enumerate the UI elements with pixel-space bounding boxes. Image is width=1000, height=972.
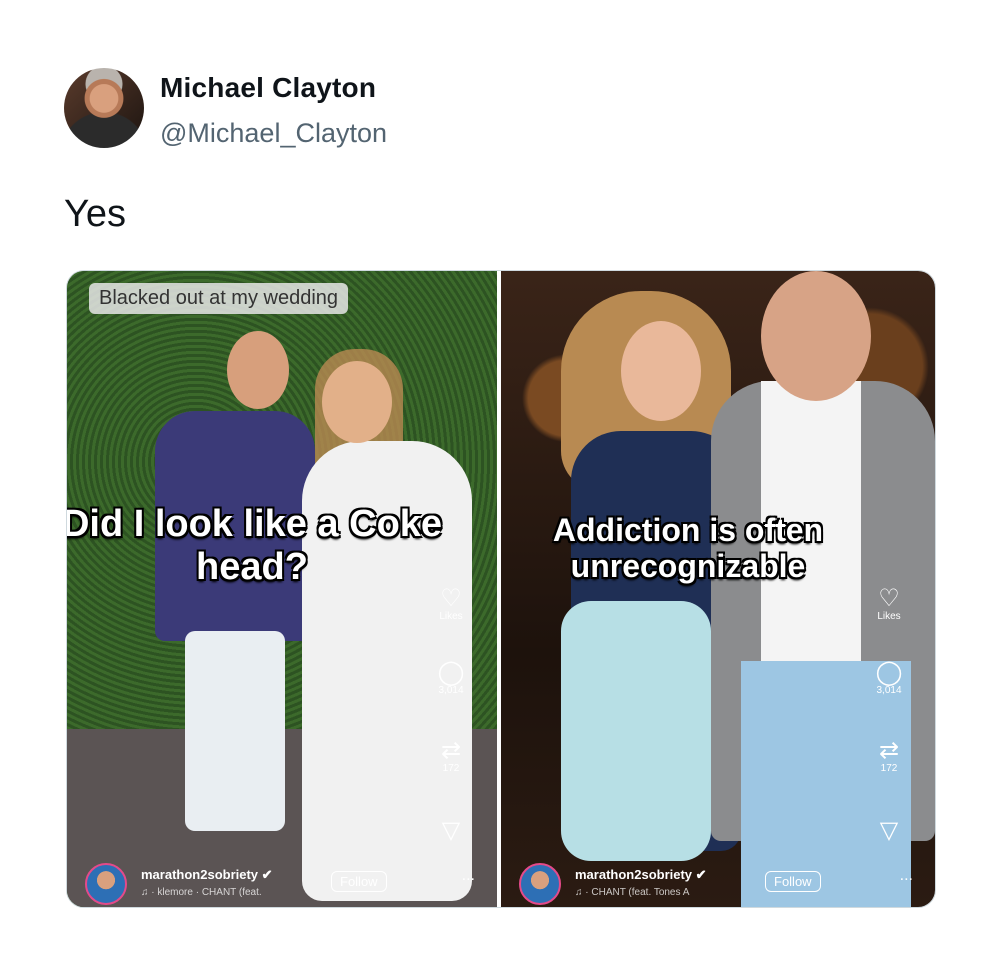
send-icon: ▽ [441,817,461,844]
more-icon[interactable]: ... [900,867,913,885]
tweet-text: Yes [64,193,126,235]
poster-avatar[interactable] [519,863,561,905]
author-avatar[interactable] [64,68,144,148]
comment-icon: ◯ [437,659,465,686]
media-panel-left[interactable]: Blacked out at my wedding Did I look lik… [67,271,497,907]
man-head [761,271,871,401]
likes-action[interactable]: ♡ Likes [861,585,917,623]
poster-username[interactable]: marathon2sobriety ✔ [141,867,273,883]
poster-avatar[interactable] [85,863,127,905]
poster-username[interactable]: marathon2sobriety ✔ [575,867,707,883]
repost-action[interactable]: ⇄ 172 [861,737,917,775]
author-name[interactable]: Michael Clayton [160,72,376,104]
reposts-count: 172 [442,763,460,774]
media-panel-right[interactable]: Addiction is often unrecognizable ♡ Like… [501,271,935,907]
send-action[interactable]: ▽ [423,819,479,843]
repost-icon: ⇄ [878,737,900,764]
post-footer: marathon2sobriety ✔ ♫ · klemore · CHANT … [85,863,497,907]
follow-button[interactable]: Follow [765,871,821,892]
verified-icon: ✔ [261,867,273,882]
repost-action[interactable]: ⇄ 172 [423,737,479,775]
comments-action[interactable]: ◯ 3,014 [423,659,479,697]
likes-label: Likes [877,611,901,622]
banner-text: Blacked out at my wedding [89,283,349,314]
tweet-media[interactable]: Blacked out at my wedding Did I look lik… [66,270,936,908]
repost-icon: ⇄ [440,737,462,764]
likes-label: Likes [439,611,463,622]
heart-icon: ♡ [878,585,900,612]
woman-head [621,321,701,421]
author-handle[interactable]: @Michael_Clayton [160,118,387,149]
comments-count: 3,014 [438,685,464,696]
more-icon[interactable]: ... [462,867,475,885]
music-info: ♫ · CHANT (feat. Tones A [575,887,690,898]
music-info: ♫ · klemore · CHANT (feat. [141,887,262,898]
reposts-count: 172 [880,763,898,774]
comment-icon: ◯ [875,659,903,686]
comments-count: 3,014 [876,685,902,696]
likes-action[interactable]: ♡ Likes [423,585,479,623]
username-text: marathon2sobriety [141,867,259,882]
send-icon: ▽ [879,817,899,844]
username-text: marathon2sobriety [575,867,693,882]
comments-action[interactable]: ◯ 3,014 [861,659,917,697]
groom-pants [185,631,285,831]
caption-text: Addiction is often unrecognizable [552,512,824,584]
post-footer: marathon2sobriety ✔ ♫ · CHANT (feat. Ton… [519,863,935,907]
verified-icon: ✔ [695,867,707,882]
groom-head [227,331,289,409]
send-action[interactable]: ▽ [861,819,917,843]
heart-icon: ♡ [440,585,462,612]
follow-button[interactable]: Follow [331,871,387,892]
woman-skirt [561,601,711,861]
caption-text: Did I look like a Coke head? [67,503,443,588]
bride-head [322,361,392,443]
